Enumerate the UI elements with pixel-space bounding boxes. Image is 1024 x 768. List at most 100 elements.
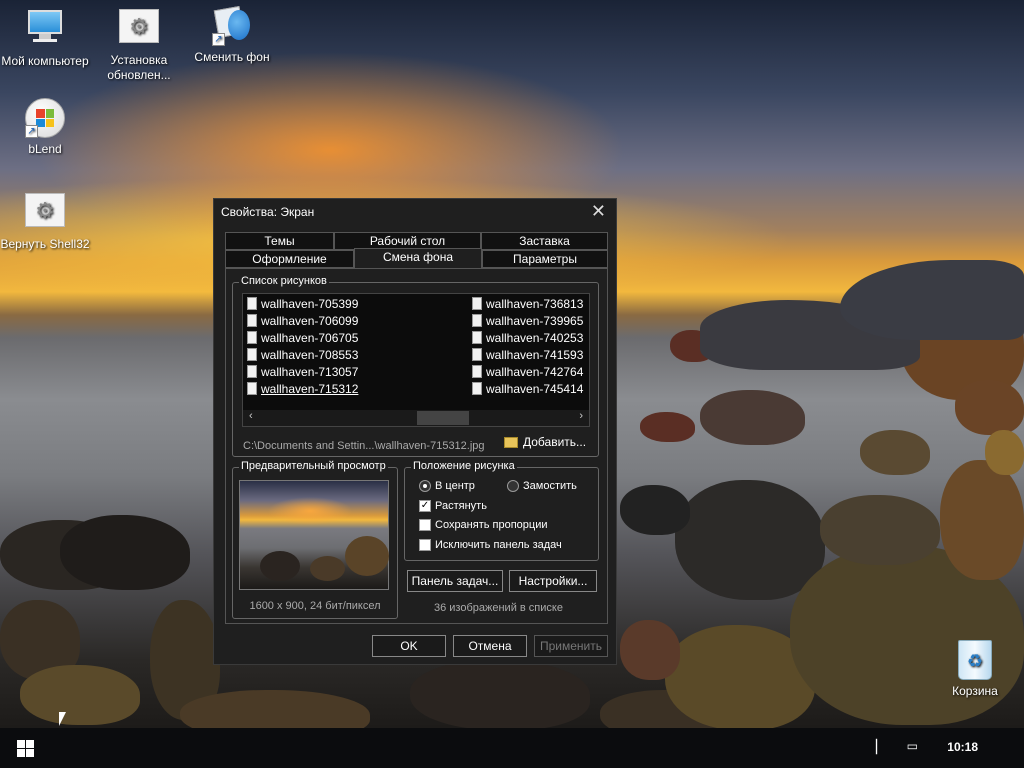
dialog-title-bar[interactable]: Свойства: Экран (214, 199, 616, 225)
group-label: Положение рисунка (411, 460, 517, 472)
group-label: Предварительный просмотр (239, 460, 388, 472)
preview-info: 1600 x 900, 24 бит/пиксел (249, 600, 381, 612)
rock (410, 660, 590, 730)
file-icon (247, 297, 257, 310)
list-item[interactable]: wallhaven-741593 (472, 346, 583, 363)
tab-wallpaper-change[interactable]: Смена фона (354, 248, 482, 268)
list-item[interactable]: wallhaven-736813 (472, 295, 583, 312)
preview-image (239, 480, 389, 590)
tab-settings[interactable]: Параметры (482, 250, 608, 268)
checkbox-empty-icon (419, 539, 431, 551)
list-item[interactable]: wallhaven-745414 (472, 380, 583, 397)
picture-listbox[interactable]: wallhaven-705399 wallhaven-706099 wallha… (242, 293, 590, 427)
computer-icon (25, 10, 65, 50)
rock (620, 620, 680, 680)
list-item[interactable]: wallhaven-706705 (247, 329, 358, 346)
desktop-icon-my-computer[interactable]: Мой компьютер (0, 6, 90, 69)
radio-icon (507, 480, 519, 492)
scrollbar-thumb[interactable] (417, 411, 469, 425)
wallpaper-icon: ↗ (212, 5, 252, 46)
group-label: Список рисунков (239, 275, 329, 287)
checkbox-stretch[interactable]: ✓ Растянуть (419, 500, 487, 512)
rock (820, 495, 940, 565)
rock (640, 412, 695, 442)
desktop-icon-restore-shell32[interactable]: ⚙ Вернуть Shell32 (0, 190, 90, 252)
rock (700, 390, 805, 445)
file-path: C:\Documents and Settin...\wallhaven-715… (243, 440, 485, 452)
rock (620, 485, 690, 535)
list-item[interactable]: wallhaven-708553 (247, 346, 358, 363)
dialog-title: Свойства: Экран (221, 205, 315, 219)
desktop-icon-label: bLend (28, 142, 62, 156)
desktop-icon-recycle-bin[interactable]: ♻ Корзина (930, 640, 1020, 699)
rock (20, 665, 140, 725)
taskbar-panel-button[interactable]: Панель задач... (407, 570, 503, 592)
picture-position-group: Положение рисунка В центр Замостить ✓ Рас… (404, 460, 599, 561)
windows-logo-icon: ↗ (25, 98, 65, 138)
apply-button[interactable]: Применить (534, 635, 608, 657)
checkbox-exclude-taskbar[interactable]: Исключить панель задач (419, 539, 562, 551)
rock (60, 515, 190, 590)
rock (840, 260, 1024, 340)
rock (985, 430, 1024, 475)
file-icon (472, 331, 482, 344)
ok-button[interactable]: OK (372, 635, 446, 657)
desktop-icon-label: Установка обновлен... (107, 53, 171, 82)
list-item[interactable]: wallhaven-739965 (472, 312, 583, 329)
file-icon (472, 297, 482, 310)
flag-icon[interactable]: ▏ (876, 739, 886, 755)
display-properties-dialog: Свойства: Экран ✕ Темы Рабочий стол Заст… (213, 198, 617, 665)
radio-center[interactable]: В центр (419, 480, 475, 492)
list-item[interactable]: wallhaven-705399 (247, 295, 358, 312)
settings-gear-icon: ⚙ (25, 193, 65, 233)
list-item[interactable]: wallhaven-742764 (472, 363, 583, 380)
file-icon (472, 348, 482, 361)
folder-icon (504, 436, 518, 448)
desktop-icon-label: Мой компьютер (1, 54, 89, 68)
desktop-icon-label: Сменить фон (194, 50, 270, 64)
checkmark-icon: ✓ (419, 500, 431, 512)
desktop-icon-install-updates[interactable]: ⚙ Установка обновлен... (94, 6, 184, 83)
rock (675, 480, 825, 600)
cancel-button[interactable]: Отмена (453, 635, 527, 657)
start-windows-icon[interactable] (17, 740, 34, 757)
file-icon (472, 314, 482, 327)
checkbox-keep-proportions[interactable]: Сохранять пропорции (419, 519, 548, 531)
file-icon (472, 382, 482, 395)
scroll-right-icon[interactable]: › (579, 410, 583, 422)
radio-tile[interactable]: Замостить (507, 480, 577, 492)
horizontal-scrollbar[interactable]: ‹ › (243, 410, 589, 426)
image-count: 36 изображений в списке (434, 602, 563, 614)
list-item[interactable]: wallhaven-713057 (247, 363, 358, 380)
desktop-icon-label: Вернуть Shell32 (0, 237, 90, 251)
file-icon (247, 348, 257, 361)
add-button[interactable]: Добавить... (504, 435, 586, 449)
checkbox-empty-icon (419, 519, 431, 531)
radio-icon (419, 480, 431, 492)
wallpaper-panel: Список рисунков wallhaven-705399 wallhav… (225, 268, 608, 624)
list-item[interactable]: wallhaven-740253 (472, 329, 583, 346)
file-icon (247, 314, 257, 327)
scroll-left-icon[interactable]: ‹ (249, 410, 253, 422)
desktop-icon-blend[interactable]: ↗ bLend (0, 98, 90, 157)
tab-themes[interactable]: Темы (225, 232, 334, 250)
tab-screensaver[interactable]: Заставка (481, 232, 608, 250)
clock[interactable]: 10:18 (947, 740, 978, 754)
action-center-icon[interactable]: ▭ (907, 739, 918, 753)
list-item[interactable]: wallhaven-706099 (247, 312, 358, 329)
recycle-bin-icon: ♻ (955, 640, 995, 680)
close-icon[interactable]: ✕ (591, 201, 606, 222)
settings-button[interactable]: Настройки... (509, 570, 597, 592)
rock (955, 380, 1024, 435)
file-icon (247, 382, 257, 395)
shortcut-arrow-icon: ↗ (25, 125, 38, 138)
desktop-icon-label: Корзина (952, 684, 998, 698)
desktop-icon-change-wallpaper[interactable]: ↗ Сменить фон (187, 5, 277, 65)
file-icon (247, 331, 257, 344)
mouse-cursor-icon (59, 712, 66, 726)
rock (940, 460, 1024, 580)
shortcut-arrow-icon: ↗ (212, 33, 225, 46)
preview-group: Предварительный просмотр 1600 x 900, 24 … (232, 460, 398, 619)
list-item-selected[interactable]: wallhaven-715312 (247, 380, 358, 397)
tab-appearance[interactable]: Оформление (225, 250, 354, 268)
